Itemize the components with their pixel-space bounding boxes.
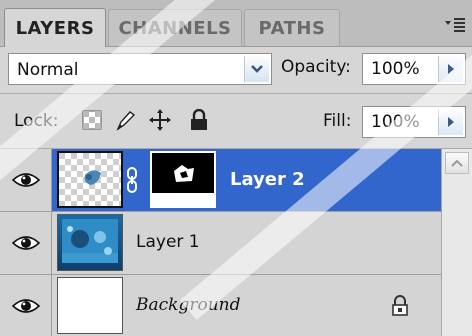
layer-row-background[interactable]: Background: [0, 275, 441, 336]
opacity-slider-arrow-icon[interactable]: [438, 56, 463, 82]
layers-panel: LAYERS CHANNELS PATHS Normal Opacity: 10…: [0, 0, 472, 336]
lock-fill-row: Lock: Fill: 100%: [0, 94, 472, 148]
fill-slider-arrow-icon[interactable]: [438, 109, 463, 135]
lock-label: Lock:: [14, 111, 59, 131]
opacity-value: 100%: [371, 59, 420, 79]
blend-opacity-row: Normal Opacity: 100%: [0, 47, 472, 93]
layers-list: Layer 2 Layer 1 Background: [0, 149, 441, 336]
panel-tab-bar: LAYERS CHANNELS PATHS: [0, 0, 472, 47]
layer-row-layer-2[interactable]: Layer 2: [0, 149, 441, 212]
opacity-field[interactable]: 100%: [362, 53, 466, 85]
layer-name[interactable]: Background: [136, 295, 240, 315]
lock-image-pixels-icon[interactable]: [114, 108, 138, 132]
blend-mode-value: Normal: [17, 60, 79, 80]
visibility-toggle[interactable]: [0, 149, 52, 211]
layer-name[interactable]: Layer 1: [136, 232, 200, 252]
layer-thumbnail[interactable]: [57, 214, 123, 271]
eye-icon: [11, 236, 40, 250]
chevron-down-icon[interactable]: [244, 56, 269, 82]
tab-layers[interactable]: LAYERS: [4, 8, 106, 47]
tab-paths[interactable]: PATHS: [244, 9, 340, 46]
layer-mask-thumbnail[interactable]: [150, 151, 216, 208]
layer-name[interactable]: Layer 2: [230, 169, 305, 190]
tab-channels[interactable]: CHANNELS: [108, 9, 242, 46]
background-lock-icon: [390, 295, 410, 317]
layer-row-layer-1[interactable]: Layer 1: [0, 212, 441, 275]
mask-link-icon[interactable]: [126, 167, 138, 197]
scroll-up-button[interactable]: [445, 152, 469, 174]
blend-mode-select[interactable]: Normal: [8, 53, 272, 85]
visibility-toggle[interactable]: [0, 212, 52, 274]
lock-position-icon[interactable]: [148, 108, 172, 132]
chevron-up-icon: [451, 159, 463, 167]
visibility-toggle[interactable]: [0, 275, 52, 336]
layers-scrollbar[interactable]: [441, 149, 472, 336]
lock-transparent-pixels-icon[interactable]: [80, 108, 104, 132]
eye-icon: [11, 299, 40, 313]
layer-thumbnail[interactable]: [57, 151, 123, 208]
opacity-label: Opacity:: [281, 57, 351, 77]
lock-all-icon[interactable]: [187, 108, 211, 132]
panel-menu-icon[interactable]: [444, 14, 466, 34]
fill-value: 100%: [371, 112, 420, 132]
layer-thumbnail[interactable]: [57, 277, 123, 334]
eye-icon: [11, 173, 40, 187]
fill-label: Fill:: [323, 111, 352, 131]
fill-field[interactable]: 100%: [362, 106, 466, 138]
